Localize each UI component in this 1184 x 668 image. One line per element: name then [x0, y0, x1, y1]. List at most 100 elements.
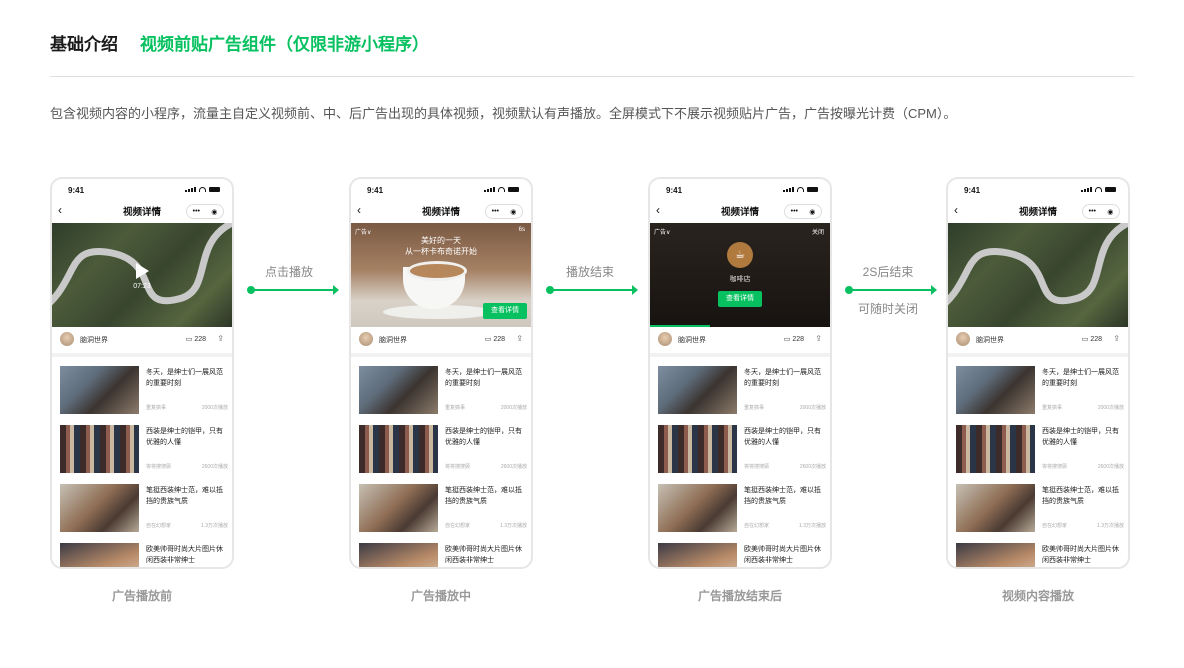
video-player[interactable] — [948, 223, 1128, 327]
item-title: 冬天，是绅士们一展风范的重要时刻 — [744, 369, 821, 387]
author-name[interactable]: 脑洞世界 — [976, 335, 1004, 345]
list-item[interactable]: 西装是绅士的铠甲，只有优雅的人懂 将将搜搜顾 2600次播放 — [52, 421, 232, 480]
item-title: 西装是绅士的铠甲，只有优雅的人懂 — [1042, 428, 1119, 446]
author-bar: 脑洞世界 ▭ 228 ⇪ — [948, 329, 1128, 351]
item-source: 自在幻想家 — [146, 523, 172, 529]
item-title: 欧美帅哥时尚大片图片休闲西装非常绅士 — [445, 546, 522, 564]
ad-countdown: 6s — [518, 227, 525, 233]
list-item[interactable]: 冬天，是绅士们一展风范的重要时刻 重复搞事 2000次播放 — [52, 362, 232, 421]
comment-count[interactable]: ▭ 228 — [485, 335, 505, 343]
caption-before-ad: 广告播放前 — [111, 589, 172, 603]
author-name[interactable]: 脑洞世界 — [379, 335, 407, 345]
divider — [351, 353, 531, 357]
divider — [52, 353, 232, 357]
item-source: 重复搞事 — [445, 405, 466, 411]
item-source: 重复搞事 — [1042, 405, 1063, 411]
signal-icon — [1081, 187, 1092, 192]
divider — [650, 353, 830, 357]
flow-arrow — [546, 285, 638, 295]
caption-content-playing: 视频内容播放 — [1001, 589, 1074, 603]
share-icon[interactable]: ⇪ — [815, 334, 822, 343]
avatar[interactable] — [658, 332, 672, 346]
list-item[interactable]: 笔挺西装绅士范，难以抵挡的贵族气质 自在幻想家 1.3万次播放 — [948, 480, 1128, 539]
wifi-icon — [498, 187, 505, 192]
list-item[interactable]: 欧美帅哥时尚大片图片休闲西装非常绅士 — [52, 539, 232, 567]
caption-ad-ended: 广告播放结束后 — [697, 589, 782, 603]
share-icon[interactable]: ⇪ — [516, 334, 523, 343]
ad-end-card[interactable]: 广告∨ 关闭 ☕ 咖啡店 查看详情 — [650, 223, 830, 327]
comment-count[interactable]: ▭ 228 — [784, 335, 804, 343]
close-button[interactable]: 关闭 — [812, 227, 824, 236]
view-details-button[interactable]: 查看详情 — [483, 303, 527, 319]
capsule-menu[interactable]: ••• ◉ — [485, 204, 523, 219]
page-title: 视频前贴广告组件（仅限非游小程序） — [140, 35, 429, 54]
list-item[interactable]: 欧美帅哥时尚大片图片休闲西装非常绅士 — [948, 539, 1128, 567]
author-name[interactable]: 脑洞世界 — [678, 335, 706, 345]
list-item[interactable]: 冬天，是绅士们一展风范的重要时刻 重复搞事 2000次播放 — [948, 362, 1128, 421]
list-item[interactable]: 西装是绅士的铠甲，只有优雅的人懂 将将搜搜顾 2600次播放 — [351, 421, 531, 480]
item-views: 2000次播放 — [201, 405, 228, 411]
target-icon[interactable]: ◉ — [1107, 208, 1113, 216]
target-icon[interactable]: ◉ — [510, 208, 516, 216]
thumbnail-image — [658, 425, 737, 473]
comment-icon: ▭ — [185, 336, 193, 343]
list-item[interactable]: 笔挺西装绅士范，难以抵挡的贵族气质 自在幻想家 1.3万次播放 — [351, 480, 531, 539]
play-icon[interactable] — [136, 263, 149, 279]
more-icon[interactable]: ••• — [193, 208, 200, 215]
list-item[interactable]: 笔挺西装绅士范，难以抵挡的贵族气质 自在幻想家 1.3万次播放 — [650, 480, 830, 539]
comment-count[interactable]: ▭ 228 — [186, 335, 206, 343]
comment-count[interactable]: ▭ 228 — [1082, 335, 1102, 343]
list-item[interactable]: 笔挺西装绅士范，难以抵挡的贵族气质 自在幻想家 1.3万次播放 — [52, 480, 232, 539]
author-name[interactable]: 脑洞世界 — [80, 335, 108, 345]
thumbnail-image — [359, 425, 438, 473]
status-time: 9:41 — [68, 186, 85, 195]
list-item[interactable]: 欧美帅哥时尚大片图片休闲西装非常绅士 — [650, 539, 830, 567]
progress-bar — [650, 325, 710, 327]
more-icon[interactable]: ••• — [1089, 208, 1096, 215]
capsule-menu[interactable]: ••• ◉ — [784, 204, 822, 219]
battery-icon — [508, 187, 519, 192]
list-item[interactable]: 西装是绅士的铠甲，只有优雅的人懂 将将搜搜顾 2600次播放 — [650, 421, 830, 480]
nav-bar: ‹ 视频详情 ••• ◉ — [650, 201, 830, 221]
status-bar: 9:41 — [650, 183, 830, 199]
thumbnail-image — [658, 484, 737, 532]
status-bar: 9:41 — [948, 183, 1128, 199]
thumbnail-image — [956, 425, 1035, 473]
ad-tag[interactable]: 广告∨ — [654, 227, 670, 236]
list-item[interactable]: 西装是绅士的铠甲，只有优雅的人懂 将将搜搜顾 2600次播放 — [948, 421, 1128, 480]
list-item[interactable]: 冬天，是绅士们一展风范的重要时刻 重复搞事 2000次播放 — [650, 362, 830, 421]
avatar[interactable] — [956, 332, 970, 346]
item-title: 西装是绅士的铠甲，只有优雅的人懂 — [445, 428, 522, 446]
list-item[interactable]: 欧美帅哥时尚大片图片休闲西装非常绅士 — [351, 539, 531, 567]
more-icon[interactable]: ••• — [492, 208, 499, 215]
view-details-button[interactable]: 查看详情 — [718, 291, 762, 307]
avatar[interactable] — [60, 332, 74, 346]
capsule-menu[interactable]: ••• ◉ — [186, 204, 224, 219]
arrow-label: 2S后结束 — [862, 265, 914, 279]
caption-ad-playing: 广告播放中 — [410, 589, 471, 603]
phone-before-ad: 9:41 ‹ 视频详情 ••• ◉ 07:23 脑洞世界 ▭ 228 ⇪ 冬天，是… — [50, 177, 234, 569]
share-icon[interactable]: ⇪ — [217, 334, 224, 343]
more-icon[interactable]: ••• — [791, 208, 798, 215]
signal-icon — [783, 187, 794, 192]
item-source: 将将搜搜顾 — [1042, 464, 1068, 470]
target-icon[interactable]: ◉ — [211, 208, 217, 216]
thumbnail-image — [359, 366, 438, 414]
target-icon[interactable]: ◉ — [809, 208, 815, 216]
header: 基础介绍 视频前贴广告组件（仅限非游小程序） — [50, 30, 429, 60]
avatar[interactable] — [359, 332, 373, 346]
nav-bar: ‹ 视频详情 ••• ◉ — [948, 201, 1128, 221]
video-player[interactable]: 07:23 — [52, 223, 232, 327]
list-item[interactable]: 冬天，是绅士们一展风范的重要时刻 重复搞事 2000次播放 — [351, 362, 531, 421]
status-time: 9:41 — [964, 186, 981, 195]
item-title: 笔挺西装绅士范，难以抵挡的贵族气质 — [744, 487, 821, 505]
item-views: 2600次播放 — [201, 464, 228, 470]
capsule-menu[interactable]: ••• ◉ — [1082, 204, 1120, 219]
item-title: 西装是绅士的铠甲，只有优雅的人懂 — [146, 428, 223, 446]
share-icon[interactable]: ⇪ — [1113, 334, 1120, 343]
cafe-logo-icon: ☕ — [727, 242, 753, 268]
ad-player[interactable]: 广告∨ 6s 美好的一天 从一杯卡布奇诺开始 查看详情 — [351, 223, 531, 327]
author-bar: 脑洞世界 ▭ 228 ⇪ — [351, 329, 531, 351]
comment-icon: ▭ — [1081, 336, 1089, 343]
coffee-foam-graphic — [407, 261, 467, 281]
